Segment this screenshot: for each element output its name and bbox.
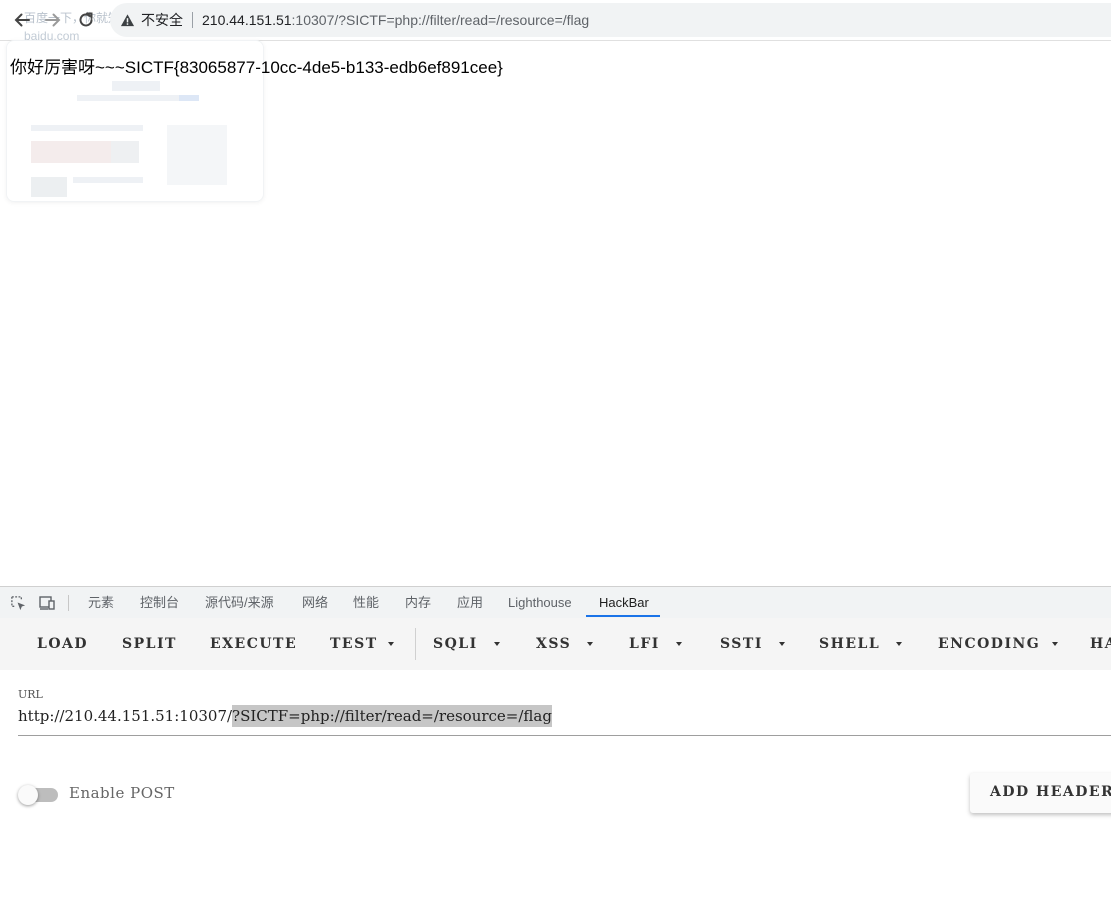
forward-arrow-icon[interactable] [41,8,65,32]
enable-post-label: Enable POST [69,784,175,802]
tab-application[interactable]: 应用 [457,587,483,618]
execute-button[interactable]: EXECUTE [210,632,297,656]
address-bar[interactable]: 不安全 210.44.151.51:10307/?SICTF=php://fil… [110,3,1111,37]
tab-elements[interactable]: 元素 [88,587,114,618]
browser-toolbar: 百度一下，你就知道 baidu.com 不安全 210.44.151.51:10… [0,0,1111,43]
add-header-label: ADD HEADER [990,784,1111,800]
xss-menu-button[interactable]: XSS [536,632,594,656]
url-base-text: http://210.44.151.51:10307/ [18,707,233,725]
tab-hackbar[interactable]: HackBar [599,587,649,618]
tab-performance[interactable]: 性能 [353,587,379,618]
tab-network[interactable]: 网络 [302,587,328,618]
load-button[interactable]: LOAD [37,632,88,656]
split-button[interactable]: SPLIT [122,632,177,656]
ssti-label: SSTI [720,636,763,652]
security-label[interactable]: 不安全 [141,10,183,30]
caret-down-icon [896,642,903,646]
active-tab-indicator [586,615,660,617]
page-message: 你好厉害呀~~~SICTF{83065877-10cc-4de5-b133-ed… [10,58,503,77]
lfi-menu-button[interactable]: LFI [629,632,682,656]
tab-lighthouse[interactable]: Lighthouse [508,587,572,618]
url-input-underline [18,735,1111,736]
tab-memory[interactable]: 内存 [405,587,431,618]
caret-down-icon [493,642,500,646]
caret-down-icon [387,642,394,646]
ssti-menu-button[interactable]: SSTI [720,632,785,656]
url-field-label: URL [18,688,43,701]
encoding-menu-button[interactable]: ENCODING [938,632,1059,656]
toolbar-divider [415,628,416,660]
inspect-element-icon[interactable] [9,594,27,612]
sqli-menu-button[interactable]: SQLI [433,632,500,656]
hackbar-toolbar: LOAD SPLIT EXECUTE TEST SQLI XSS LFI SST… [0,618,1111,670]
caret-down-icon [675,642,682,646]
encoding-label: ENCODING [938,636,1041,652]
url-input[interactable]: http://210.44.151.51:10307/?SICTF=php://… [18,703,552,731]
shell-menu-button[interactable]: SHELL [819,632,903,656]
shell-label: SHELL [819,636,881,652]
xss-label: XSS [536,636,572,652]
tab-sources[interactable]: 源代码/来源 [205,587,274,618]
back-arrow-icon[interactable] [10,8,34,32]
url-selected-text: ?SICTF=php://filter/read=/resource=/flag [232,705,552,727]
devtools-divider [68,595,69,611]
caret-down-icon [1052,642,1059,646]
toggle-thumb [18,785,38,805]
add-header-button[interactable]: ADD HEADER [970,773,1111,813]
sqli-label: SQLI [433,636,478,652]
url-path: :10307/?SICTF=php://filter/read=/resourc… [291,12,590,28]
url-host: 210.44.151.51 [202,12,292,28]
address-text[interactable]: 210.44.151.51:10307/?SICTF=php://filter/… [202,12,589,28]
test-menu-button[interactable]: TEST [330,632,394,656]
load-label: LOAD [37,636,89,652]
caret-down-icon [587,642,594,646]
execute-label: EXECUTE [210,636,298,652]
device-toggle-icon[interactable] [38,594,56,612]
omnibox-divider [192,12,193,28]
enable-post-toggle[interactable] [18,785,60,805]
test-label: TEST [330,636,378,652]
warning-icon [120,12,136,28]
reload-icon[interactable] [74,8,98,32]
more-menu-button[interactable]: HA [1090,632,1111,656]
caret-down-icon [778,642,785,646]
tab-console[interactable]: 控制台 [140,587,179,618]
devtools-tabbar: 元素 控制台 源代码/来源 网络 性能 内存 应用 Lighthouse Hac… [0,586,1111,619]
more-label: HA [1090,636,1111,652]
lfi-label: LFI [629,636,660,652]
split-label: SPLIT [122,636,177,652]
